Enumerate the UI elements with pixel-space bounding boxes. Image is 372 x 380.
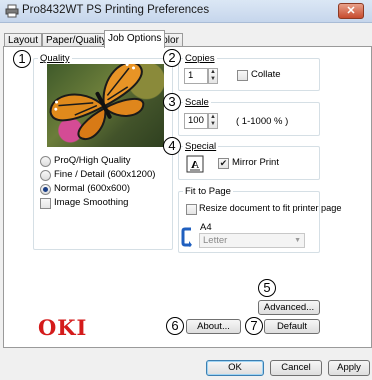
label-mirror-print: Mirror Print	[232, 157, 279, 168]
radio-normal[interactable]	[40, 184, 51, 195]
close-icon: ✕	[346, 5, 356, 17]
callout-1: 1	[13, 50, 31, 68]
label-fine-detail: Fine / Detail (600x1200)	[54, 169, 156, 180]
quality-label: Quality	[38, 53, 72, 64]
label-normal: Normal (600x600)	[54, 183, 131, 194]
fit-arrow-icon	[181, 227, 192, 247]
apply-button[interactable]: Apply	[328, 360, 370, 376]
ok-button[interactable]: OK	[206, 360, 264, 376]
tab-job-options[interactable]: Job Options	[104, 30, 166, 48]
callout-3: 3	[163, 93, 181, 111]
fit-to-page-label: Fit to Page	[183, 186, 233, 197]
callout-7: 7	[245, 317, 263, 335]
scale-spinner[interactable]: ▲ ▼	[208, 113, 218, 129]
about-button[interactable]: About...	[186, 319, 241, 334]
title-bar: Pro8432WT PS Printing Preferences ✕	[0, 0, 372, 23]
copies-input[interactable]: 1	[184, 68, 208, 84]
callout-6: 6	[166, 317, 184, 335]
tab-layout[interactable]: Layout	[4, 33, 43, 47]
scale-input[interactable]: 100	[184, 113, 208, 129]
resize-document-checkbox[interactable]	[186, 204, 197, 215]
spin-up-icon: ▲	[210, 69, 216, 75]
copies-spinner[interactable]: ▲ ▼	[208, 68, 218, 84]
paper-size-label: A4	[200, 222, 212, 233]
butterfly-icon	[49, 64, 145, 141]
quality-preview-image	[47, 64, 164, 147]
copies-label: Copies	[183, 53, 217, 64]
fit-target-value: Letter	[203, 235, 228, 246]
callout-4: 4	[163, 137, 181, 155]
cancel-button[interactable]: Cancel	[270, 360, 322, 376]
scale-range-label: ( 1-1000 % )	[236, 116, 289, 127]
label-proq-high-quality: ProQ/High Quality	[54, 155, 131, 166]
special-label: Special	[183, 141, 219, 152]
callout-2: 2	[163, 49, 181, 67]
callout-5: 5	[258, 279, 276, 297]
label-collate: Collate	[251, 69, 281, 80]
spin-down-icon: ▼	[210, 76, 216, 82]
radio-proq-high-quality[interactable]	[40, 156, 51, 167]
tab-paper-quality[interactable]: Paper/Quality	[42, 33, 111, 47]
collate-checkbox[interactable]	[237, 70, 248, 81]
svg-text:A: A	[191, 159, 199, 171]
mirror-print-checkbox[interactable]: ✔	[218, 158, 229, 169]
image-smoothing-checkbox[interactable]	[40, 198, 51, 209]
chevron-down-icon: ▼	[294, 237, 301, 244]
printer-icon	[5, 4, 19, 18]
label-image-smoothing: Image Smoothing	[54, 197, 129, 208]
default-button[interactable]: Default	[264, 319, 320, 334]
oki-logo: OKI	[38, 315, 88, 340]
spin-up-icon: ▲	[210, 114, 216, 120]
fit-target-select[interactable]: Letter ▼	[199, 233, 305, 248]
radio-fine-detail[interactable]	[40, 170, 51, 181]
scale-label: Scale	[183, 97, 211, 108]
spin-down-icon: ▼	[210, 121, 216, 127]
close-button[interactable]: ✕	[338, 3, 364, 19]
advanced-button[interactable]: Advanced...	[258, 300, 320, 315]
window-title: Pro8432WT PS Printing Preferences	[22, 4, 210, 16]
label-resize-document: Resize document to fit printer page	[199, 203, 342, 213]
mirror-print-icon: A	[186, 155, 204, 173]
